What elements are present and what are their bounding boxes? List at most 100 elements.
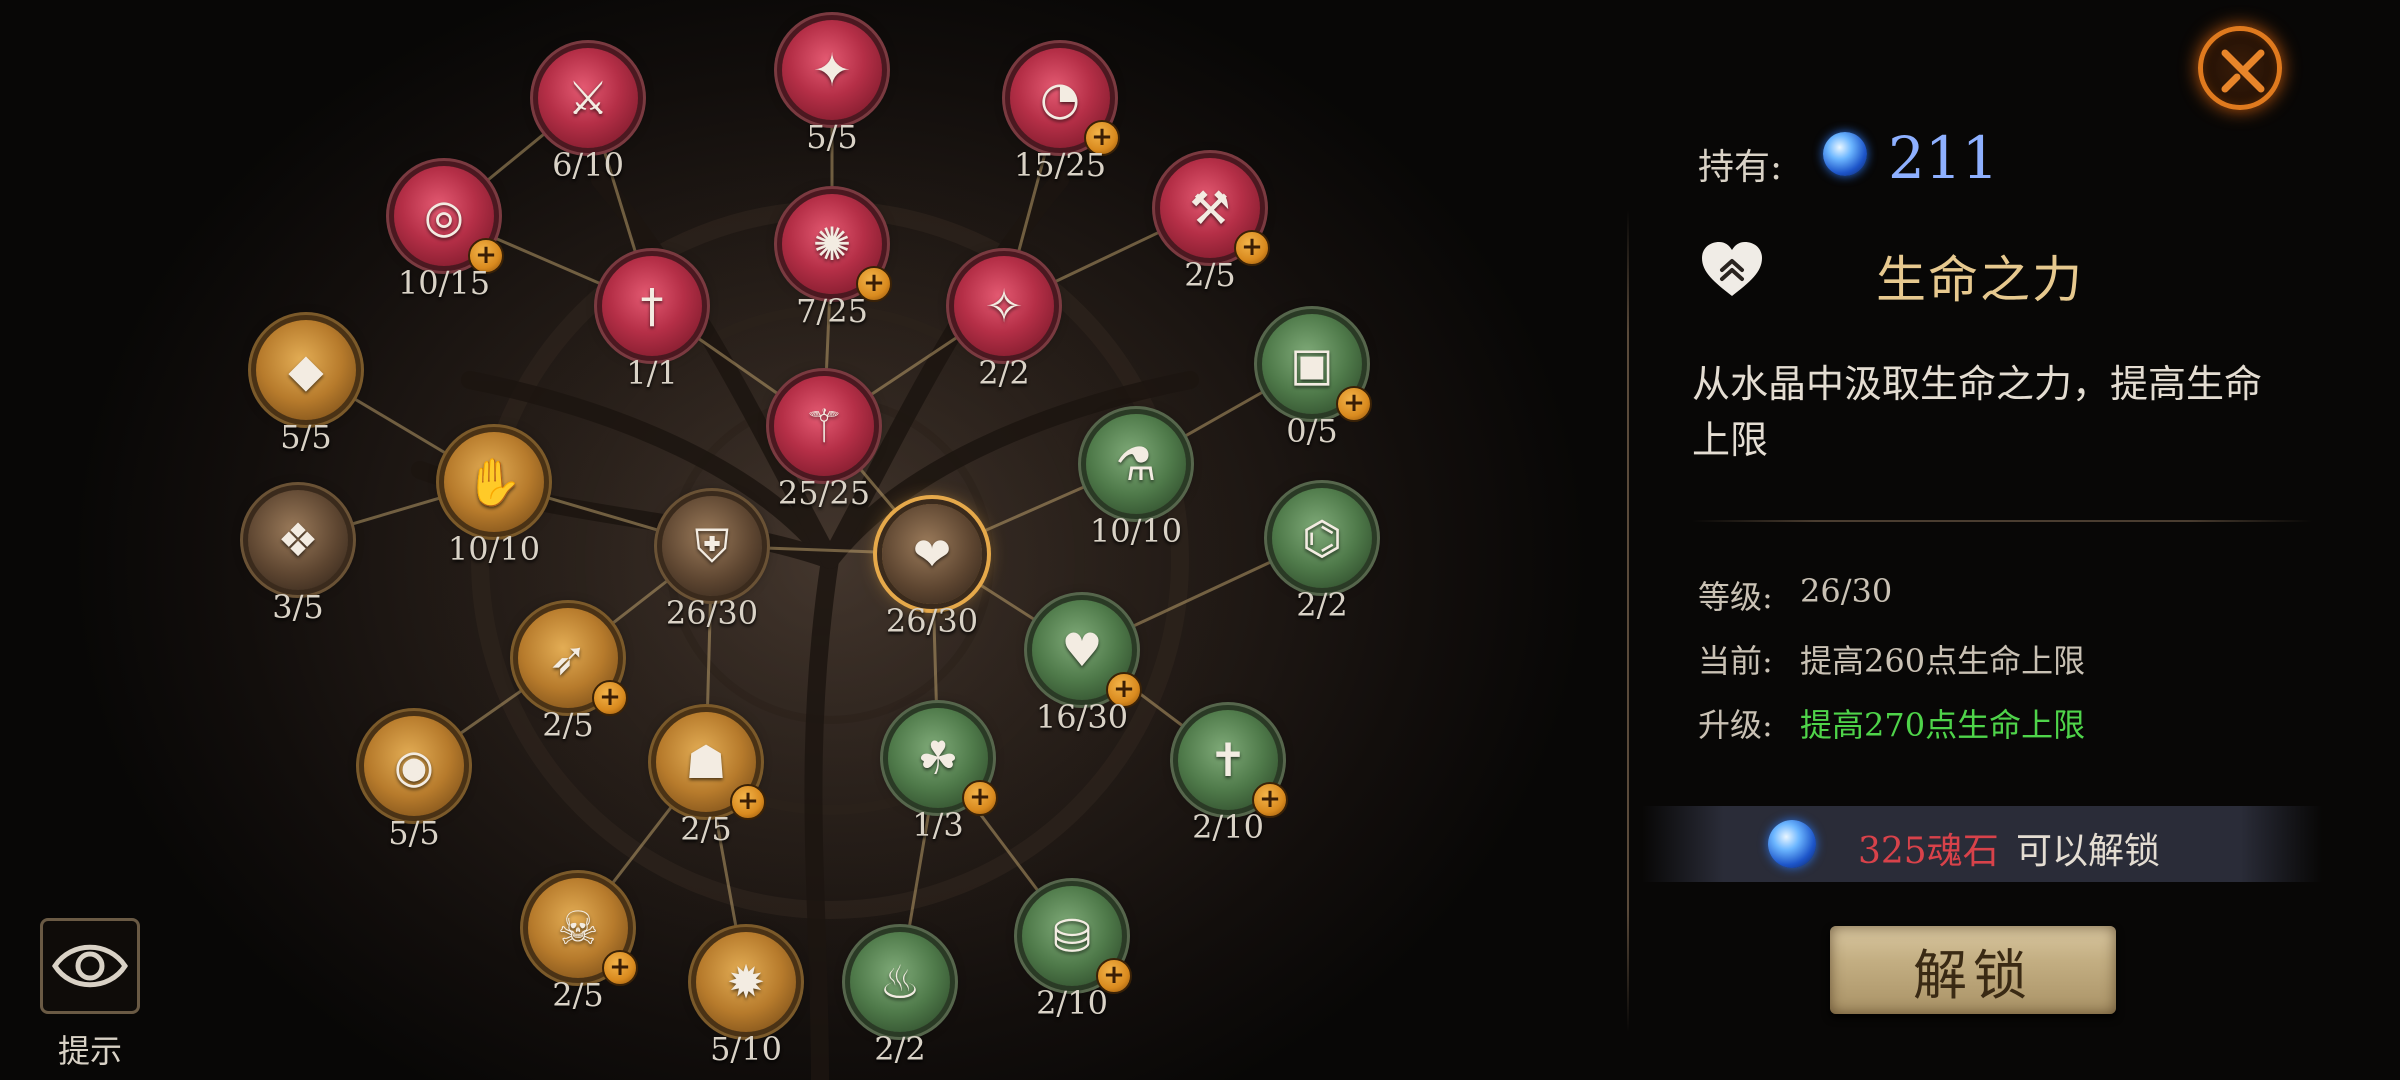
treasure-chest-icon: ▣ (1290, 337, 1334, 391)
description-divider (1692, 520, 2312, 522)
sword-upgrade-icon: ⚚ (803, 399, 845, 453)
skill-node-clock-top[interactable]: ◔ + (1010, 48, 1120, 156)
heart-upgrade-icon: ❤ (912, 527, 952, 581)
skill-node-level: 1/1 (626, 354, 678, 392)
skill-node-crystal-a[interactable]: ◆ (256, 320, 356, 420)
skill-node-shuriken-top[interactable]: ✦ (782, 20, 882, 120)
skill-node-crystal-b[interactable]: ❖ (248, 490, 348, 590)
skill-node-level: 3/5 (272, 588, 324, 626)
heart-upgrade-icon (1702, 242, 1762, 296)
crystal-shard-icon: ❖ (277, 513, 319, 567)
crosshair-icon: ◎ (423, 189, 465, 243)
skill-node-cloak[interactable]: ☗ + (656, 712, 766, 820)
soul-stone-orb-icon (1768, 820, 1816, 868)
skill-node-daggers[interactable]: † (602, 256, 702, 356)
timer-icon: ◔ (1039, 71, 1081, 125)
skill-node-level: 2/10 (1192, 808, 1264, 846)
plus-icon: + (602, 950, 638, 986)
soul-stone-orb-icon (1823, 132, 1867, 176)
skill-node-drumstick[interactable]: ☘ + (888, 708, 998, 816)
hint-label: 提示 (57, 1032, 123, 1070)
currency-hold-label: 持有: (1698, 147, 1783, 188)
skill-node-level: 2/5 (680, 810, 732, 848)
skill-node-level: 5/5 (806, 118, 858, 156)
close-button[interactable] (2198, 26, 2282, 110)
skill-node-level: 25/25 (777, 474, 871, 512)
skill-node-level: 2/5 (542, 706, 594, 744)
skill-node-level: 2/10 (1036, 984, 1108, 1022)
hint-button[interactable] (40, 918, 140, 1014)
skill-node-level: 1/3 (912, 806, 964, 844)
crossed-swords-close-icon (2221, 49, 2265, 93)
upgrade-effect-label: 升级: (1698, 706, 1773, 744)
plus-icon: + (730, 784, 766, 820)
skill-node-level: 5/10 (710, 1030, 782, 1068)
skill-node-level: 10/10 (447, 530, 541, 568)
campfire-icon: ♨ (879, 955, 921, 1009)
skill-name: 生命之力 (1876, 251, 2084, 309)
skill-node-level: 2/2 (874, 1030, 926, 1068)
skill-node-level: 2/2 (1296, 586, 1348, 624)
skill-node-target-left[interactable]: ◎ + (394, 166, 504, 274)
skill-node-heart-up[interactable]: ❤ (882, 504, 982, 604)
unlock-cost-suffix: 可以解锁 (2016, 831, 2161, 872)
skill-node-level: 2/2 (978, 354, 1030, 392)
shield-upgrade-icon: ⛨ (694, 519, 730, 573)
skill-node-heart-hands[interactable]: ♥ + (1032, 600, 1142, 708)
current-effect-value: 提高260点生命上限 (1800, 642, 2086, 680)
skill-node-burst[interactable]: ✹ (696, 932, 796, 1032)
skill-node-crystal-hand[interactable]: ✋ (444, 432, 544, 532)
skill-node-level: 6/10 (552, 146, 624, 184)
star-plus-icon: ✧ (984, 279, 1024, 333)
currency-amount: 211 (1888, 124, 1999, 192)
crystal-icon: ◆ (288, 343, 324, 397)
skill-node-bone-right[interactable]: ⚒ + (1160, 158, 1270, 266)
meat-icon: ☘ (917, 731, 959, 785)
skill-node-coin-bag[interactable]: ⛁ + (1022, 886, 1132, 994)
shuriken-icon: ✦ (812, 43, 852, 97)
skill-node-eye-swirl[interactable]: ◉ (364, 716, 464, 816)
vortex-eye-icon: ◉ (393, 739, 435, 793)
holy-sword-icon: ✝ (1208, 733, 1248, 787)
panel-divider (1627, 210, 1629, 1032)
skill-node-level: 10/10 (1089, 512, 1183, 550)
heart-hands-icon: ♥ (1061, 623, 1103, 677)
money-bag-icon: ⛁ (1052, 909, 1092, 963)
unlock-button[interactable]: 解锁 (1830, 926, 2116, 1014)
plus-icon: + (592, 680, 628, 716)
level-value: 26/30 (1800, 572, 1893, 610)
cloak-icon: ☗ (685, 735, 727, 789)
beast-mask-icon: ☠ (557, 901, 599, 955)
level-label: 等级: (1698, 578, 1773, 616)
skill-description: 从水晶中汲取生命之力，提高生命上限 (1692, 362, 2263, 462)
plus-icon: + (962, 780, 998, 816)
plus-icon: + (1234, 230, 1270, 266)
current-effect-label: 当前: (1698, 642, 1773, 680)
skill-node-swirl-mid[interactable]: ✺ + (782, 194, 892, 302)
skill-node-potion-shield[interactable]: ⚗ (1086, 414, 1186, 514)
skill-node-shield-up[interactable]: ⛨ (662, 496, 762, 596)
unlock-cost: 325魂石 (1858, 831, 1999, 872)
skill-node-level: 5/5 (280, 418, 332, 456)
skill-node-sword-up[interactable]: ⚚ (774, 376, 874, 476)
eye-icon (52, 944, 128, 988)
skill-node-chest[interactable]: ▣ + (1262, 314, 1372, 422)
skill-tree-screen: ⚔ 6/10 ✦ 5/5 ◔ +15/25 ◎ +10/15 ✺ +7/25 ⚒ +2/5 † 1/1 ✧ 2… (0, 0, 2400, 1080)
skill-node-cross-sword[interactable]: ✝ + (1178, 710, 1288, 818)
sword-icon: ⚔ (567, 71, 609, 125)
skill-node-dash[interactable]: ➶ + (518, 608, 628, 716)
skill-node-blade-top[interactable]: ⚔ (538, 48, 638, 148)
skill-node-level: 0/5 (1286, 412, 1338, 450)
sprint-icon: ➶ (548, 631, 588, 685)
skill-node-scroll-chest[interactable]: ⌬ (1272, 488, 1372, 588)
skill-node-star-info[interactable]: ✧ (954, 256, 1054, 356)
skill-node-level: 26/30 (665, 594, 759, 632)
whirlwind-icon: ✺ (812, 217, 852, 271)
skill-node-hearth[interactable]: ♨ (850, 932, 950, 1032)
explosion-icon: ✹ (726, 955, 766, 1009)
skill-node-beast[interactable]: ☠ + (528, 878, 638, 986)
club-icon: ⚒ (1189, 181, 1231, 235)
skill-node-level: 15/25 (1013, 146, 1107, 184)
skill-node-level: 10/15 (397, 264, 491, 302)
skill-node-level: 26/30 (885, 602, 979, 640)
